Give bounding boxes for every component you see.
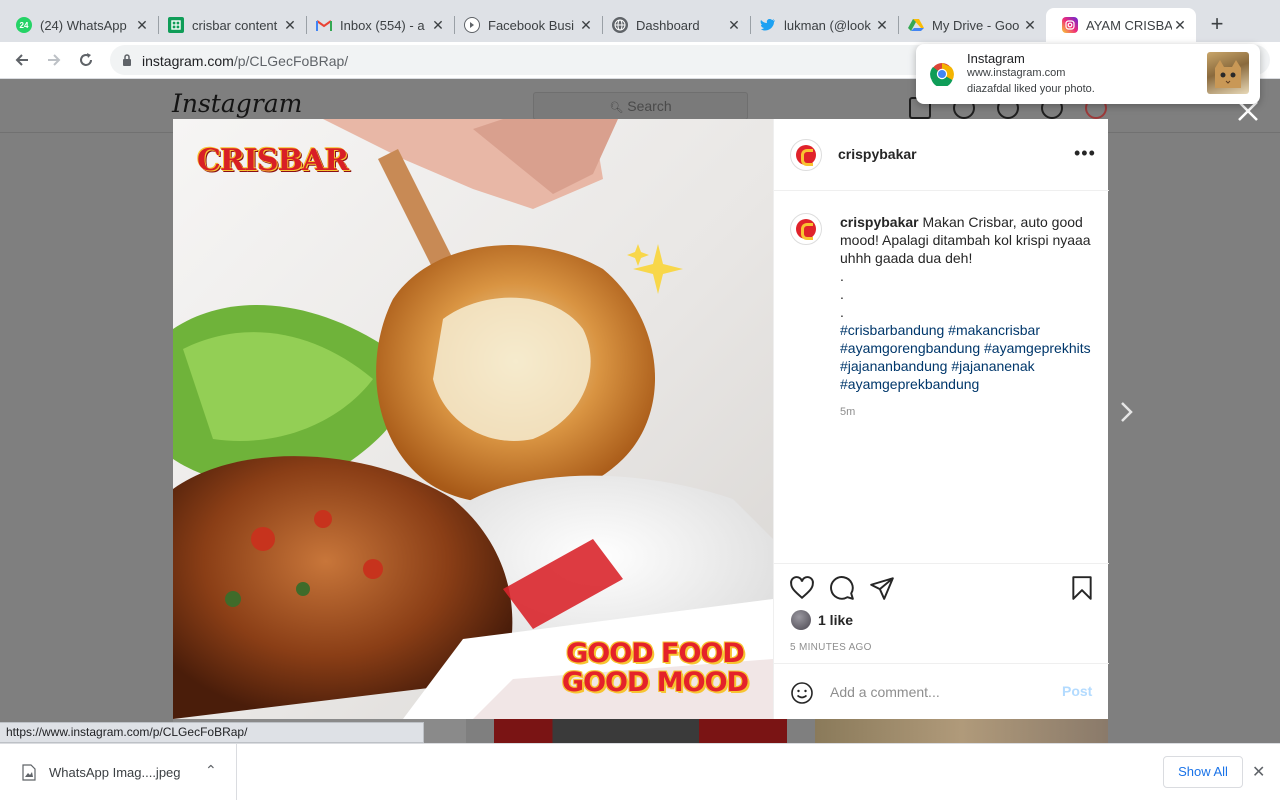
- gmail-icon: [316, 17, 332, 33]
- caption-dot: .: [840, 268, 844, 284]
- post-caption: crispybakar Makan Crisbar, auto good moo…: [840, 213, 1095, 421]
- chevron-right-icon[interactable]: [1116, 397, 1138, 427]
- tab-title: Facebook Busi: [488, 17, 574, 33]
- close-icon[interactable]: ✕: [430, 17, 446, 33]
- caption-avatar[interactable]: [790, 213, 822, 245]
- show-all-button[interactable]: Show All: [1163, 756, 1243, 788]
- posted-time[interactable]: 5 MINUTES AGO: [790, 642, 872, 653]
- close-icon[interactable]: ✕: [1252, 762, 1265, 782]
- close-icon[interactable]: ✕: [874, 17, 890, 33]
- search-icon: 🔍︎: [609, 102, 624, 114]
- tab-title: Dashboard: [636, 17, 700, 33]
- tab-facebook-business[interactable]: Facebook Busi ✕: [448, 8, 602, 42]
- caption-dot: .: [840, 286, 844, 302]
- notification-title: Instagram: [967, 51, 1025, 66]
- globe-icon: [612, 17, 628, 33]
- notification-popup[interactable]: Instagram www.instagram.com diazafdal li…: [916, 44, 1260, 104]
- caption-time: 5m: [840, 406, 856, 418]
- twitter-icon: [760, 17, 776, 33]
- close-icon[interactable]: ✕: [578, 17, 594, 33]
- tab-title: My Drive - Goo: [932, 17, 1020, 33]
- status-bar-url: https://www.instagram.com/p/CLGecFoBRap/: [0, 722, 424, 743]
- caption-username[interactable]: crispybakar: [840, 214, 919, 230]
- tab-dashboard[interactable]: Dashboard ✕: [596, 8, 750, 42]
- google-drive-icon: [908, 17, 924, 33]
- tab-gmail[interactable]: Inbox (554) - a ✕: [300, 8, 454, 42]
- comment-box: Post: [774, 663, 1109, 719]
- notification-site: www.instagram.com: [967, 67, 1066, 79]
- chrome-icon: [930, 63, 954, 86]
- tab-whatsapp[interactable]: 24 (24) WhatsApp ✕: [0, 8, 158, 42]
- post-sidebar: crispybakar ••• crispybakar Makan Crisba…: [773, 119, 1109, 719]
- tab-google-drive[interactable]: My Drive - Goo ✕: [892, 8, 1046, 42]
- close-icon[interactable]: ✕: [282, 17, 298, 33]
- notification-thumbnail: [1207, 52, 1249, 94]
- post-image: CRISBAR GOOD FOOD GOOD MOOD: [173, 119, 773, 719]
- tab-strip: 24 (24) WhatsApp ✕ crisbar content ✕ Inb…: [0, 0, 1280, 42]
- comment-input[interactable]: [830, 682, 1040, 702]
- url-path: /p/CLGecFoBRap/: [233, 53, 349, 69]
- post-header: crispybakar •••: [774, 119, 1109, 191]
- new-tab-button[interactable]: +: [1204, 12, 1230, 38]
- back-button[interactable]: [10, 48, 34, 72]
- bookmark-icon[interactable]: [1069, 575, 1095, 601]
- forward-button[interactable]: [42, 48, 66, 72]
- url-host: instagram.com: [142, 53, 234, 69]
- image-file-icon: [22, 764, 36, 781]
- tab-instagram-active[interactable]: AYAM CRISBAR ✕: [1046, 8, 1196, 42]
- caption-hashtags[interactable]: #crisbarbandung #makancrisbar #ayamgoren…: [840, 321, 1095, 393]
- tab-title: crisbar content: [192, 17, 278, 33]
- close-icon[interactable]: ✕: [1172, 17, 1188, 33]
- download-item[interactable]: WhatsApp Imag....jpeg ⌃: [0, 744, 237, 800]
- share-icon[interactable]: [869, 575, 895, 601]
- whatsapp-icon: 24: [16, 17, 32, 33]
- tab-title: AYAM CRISBAR: [1086, 17, 1172, 33]
- instagram-icon: [1062, 17, 1078, 33]
- search-placeholder: Search: [627, 98, 672, 114]
- arrow-left-icon: [15, 54, 28, 66]
- tab-title: Inbox (554) - a: [340, 17, 425, 33]
- arrow-right-icon: [48, 54, 61, 66]
- crisbar-logo: CRISBAR: [197, 143, 349, 178]
- google-sheets-icon: [168, 17, 184, 33]
- post-actions: 1 like 5 MINUTES AGO: [774, 563, 1109, 663]
- post-comment-button[interactable]: Post: [1062, 683, 1092, 699]
- close-icon[interactable]: ✕: [726, 17, 742, 33]
- lock-icon: [123, 54, 131, 66]
- search-input[interactable]: 🔍︎ Search: [533, 92, 748, 120]
- download-file-name: WhatsApp Imag....jpeg: [49, 765, 181, 780]
- close-icon[interactable]: ✕: [134, 17, 150, 33]
- close-icon[interactable]: ✕: [1022, 17, 1038, 33]
- reload-icon: [80, 53, 92, 66]
- post-modal: CRISBAR GOOD FOOD GOOD MOOD crispybakar …: [173, 119, 1109, 719]
- like-heart-icon[interactable]: [789, 575, 815, 601]
- food-illustration: [173, 119, 773, 719]
- url-text: instagram.com/p/CLGecFoBRap/: [142, 53, 348, 69]
- likes-count[interactable]: 1 like: [818, 612, 853, 628]
- caption-dot: .: [840, 304, 844, 320]
- post-username[interactable]: crispybakar: [838, 146, 917, 162]
- chevron-up-icon[interactable]: ⌃: [205, 762, 217, 779]
- grid-thumbnail[interactable]: [494, 719, 787, 743]
- notification-message: diazafdal liked your photo.: [967, 83, 1095, 95]
- reload-button[interactable]: [74, 48, 98, 72]
- tab-crisbar-content[interactable]: crisbar content ✕: [152, 8, 306, 42]
- instagram-logo[interactable]: Instagram: [172, 89, 302, 118]
- emoji-icon[interactable]: [790, 681, 814, 705]
- instagram-page: Instagram 🔍︎ Search CRISBAR GOOD FOOD GO…: [0, 79, 1280, 743]
- liker-avatar[interactable]: [791, 610, 811, 630]
- more-options-icon[interactable]: •••: [1074, 144, 1096, 162]
- facebook-business-icon: [464, 17, 480, 33]
- comment-icon[interactable]: [829, 575, 855, 601]
- slogan-line-2: GOOD MOOD: [561, 667, 749, 698]
- download-shelf: WhatsApp Imag....jpeg ⌃ Show All ✕: [0, 743, 1280, 800]
- tab-twitter[interactable]: lukman (@look ✕: [744, 8, 898, 42]
- avatar[interactable]: [790, 139, 822, 171]
- grid-thumbnail[interactable]: [815, 719, 1108, 743]
- tab-title: lukman (@look: [784, 17, 871, 33]
- image-slogan: GOOD FOOD GOOD MOOD: [561, 638, 749, 698]
- slogan-line-1: GOOD FOOD: [566, 638, 745, 669]
- tab-title: (24) WhatsApp: [40, 17, 127, 33]
